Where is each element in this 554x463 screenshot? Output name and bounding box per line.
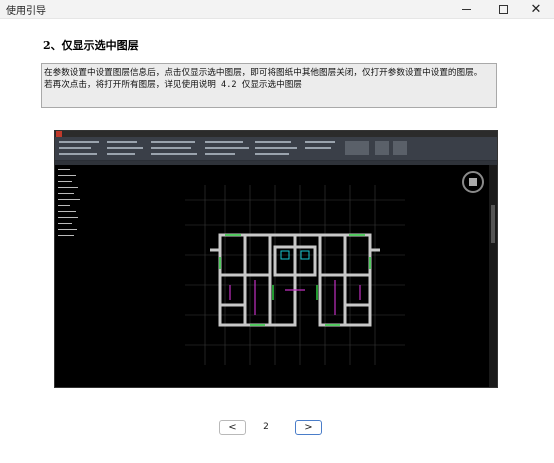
maximize-icon (498, 5, 508, 14)
section-heading: 2、仅显示选中图层 (43, 39, 139, 52)
window-titlebar: 使用引导 ✕ (0, 0, 554, 19)
page-number: 2 (263, 422, 269, 432)
close-icon: ✕ (530, 2, 542, 17)
chevron-right-icon: > (304, 422, 313, 433)
pager: < 2 > (0, 420, 554, 436)
close-button[interactable]: ✕ (518, 0, 554, 19)
minimize-icon (461, 9, 471, 10)
next-page-button[interactable]: > (295, 420, 322, 435)
prev-page-button[interactable]: < (219, 420, 246, 435)
cad-screenshot-image (54, 130, 498, 388)
cad-ribbon (55, 137, 497, 161)
description-box: 在参数设置中设置图层信息后，点击仅显示选中图层，即可将图纸中其他图层关闭，仅打开… (41, 63, 497, 108)
floor-plan-drawing (185, 185, 405, 365)
chevron-left-icon: < (228, 422, 237, 433)
description-line-1: 在参数设置中设置图层信息后，点击仅显示选中图层，即可将图纸中其他图层关闭，仅打开… (44, 68, 483, 78)
minimize-button[interactable] (448, 0, 484, 19)
cad-scrollbar (489, 165, 497, 387)
window-title: 使用引导 (6, 6, 46, 17)
view-cube-icon (462, 171, 484, 193)
cad-layer-panel (55, 165, 85, 387)
description-line-2: 若再次点击，将打开所有图层，详见使用说明 4.2 仅显示选中图层 (44, 80, 302, 90)
cad-drawing-canvas (85, 165, 489, 387)
maximize-button[interactable] (485, 0, 521, 19)
